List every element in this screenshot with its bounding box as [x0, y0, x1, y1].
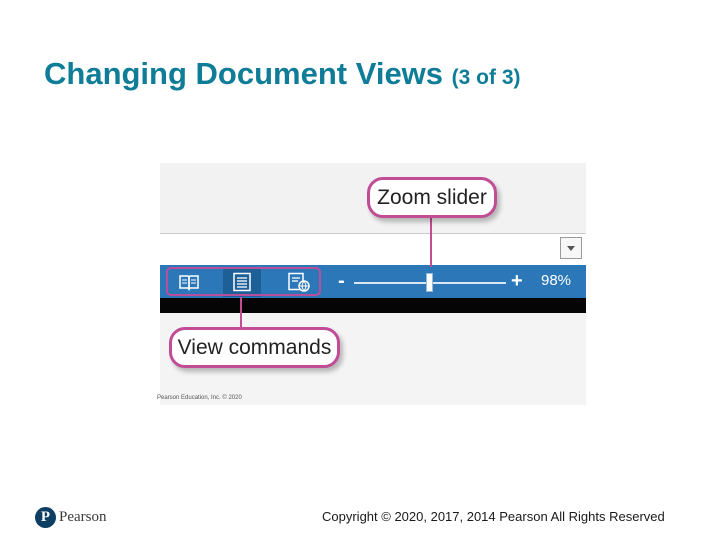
slide-title: Changing Document Views (3 of 3): [44, 54, 521, 98]
slide-title-main: Changing Document Views: [44, 56, 444, 91]
ribbon-expand-button[interactable]: [560, 237, 582, 259]
copyright-notice: Copyright © 2020, 2017, 2014 Pearson All…: [322, 509, 665, 524]
zoom-level-button[interactable]: 98%: [541, 266, 571, 296]
pearson-logo-text: Pearson: [59, 508, 107, 525]
pearson-logo-mark: P: [35, 506, 56, 528]
pearson-logo: P Pearson: [35, 506, 107, 528]
zoom-out-button[interactable]: -: [338, 266, 345, 296]
document-ribbon-area: [160, 233, 586, 265]
zoom-slider-thumb[interactable]: [426, 273, 433, 292]
slide-title-part: (3 of 3): [451, 66, 521, 89]
view-commands-highlight: [166, 267, 321, 296]
chevron-down-icon: [567, 246, 575, 251]
view-commands-callout: View commands: [169, 327, 340, 368]
zoom-slider-callout: Zoom slider: [367, 177, 497, 218]
view-callout-leader: [240, 297, 242, 327]
zoom-callout-leader: [430, 218, 432, 267]
taskbar-strip: [160, 298, 586, 313]
word-statusbar-figure: - + 98% Zoom slider View commands Pearso…: [157, 163, 586, 405]
figure-credit: Pearson Education, Inc. © 2020: [157, 395, 242, 401]
zoom-in-button[interactable]: +: [511, 266, 523, 296]
